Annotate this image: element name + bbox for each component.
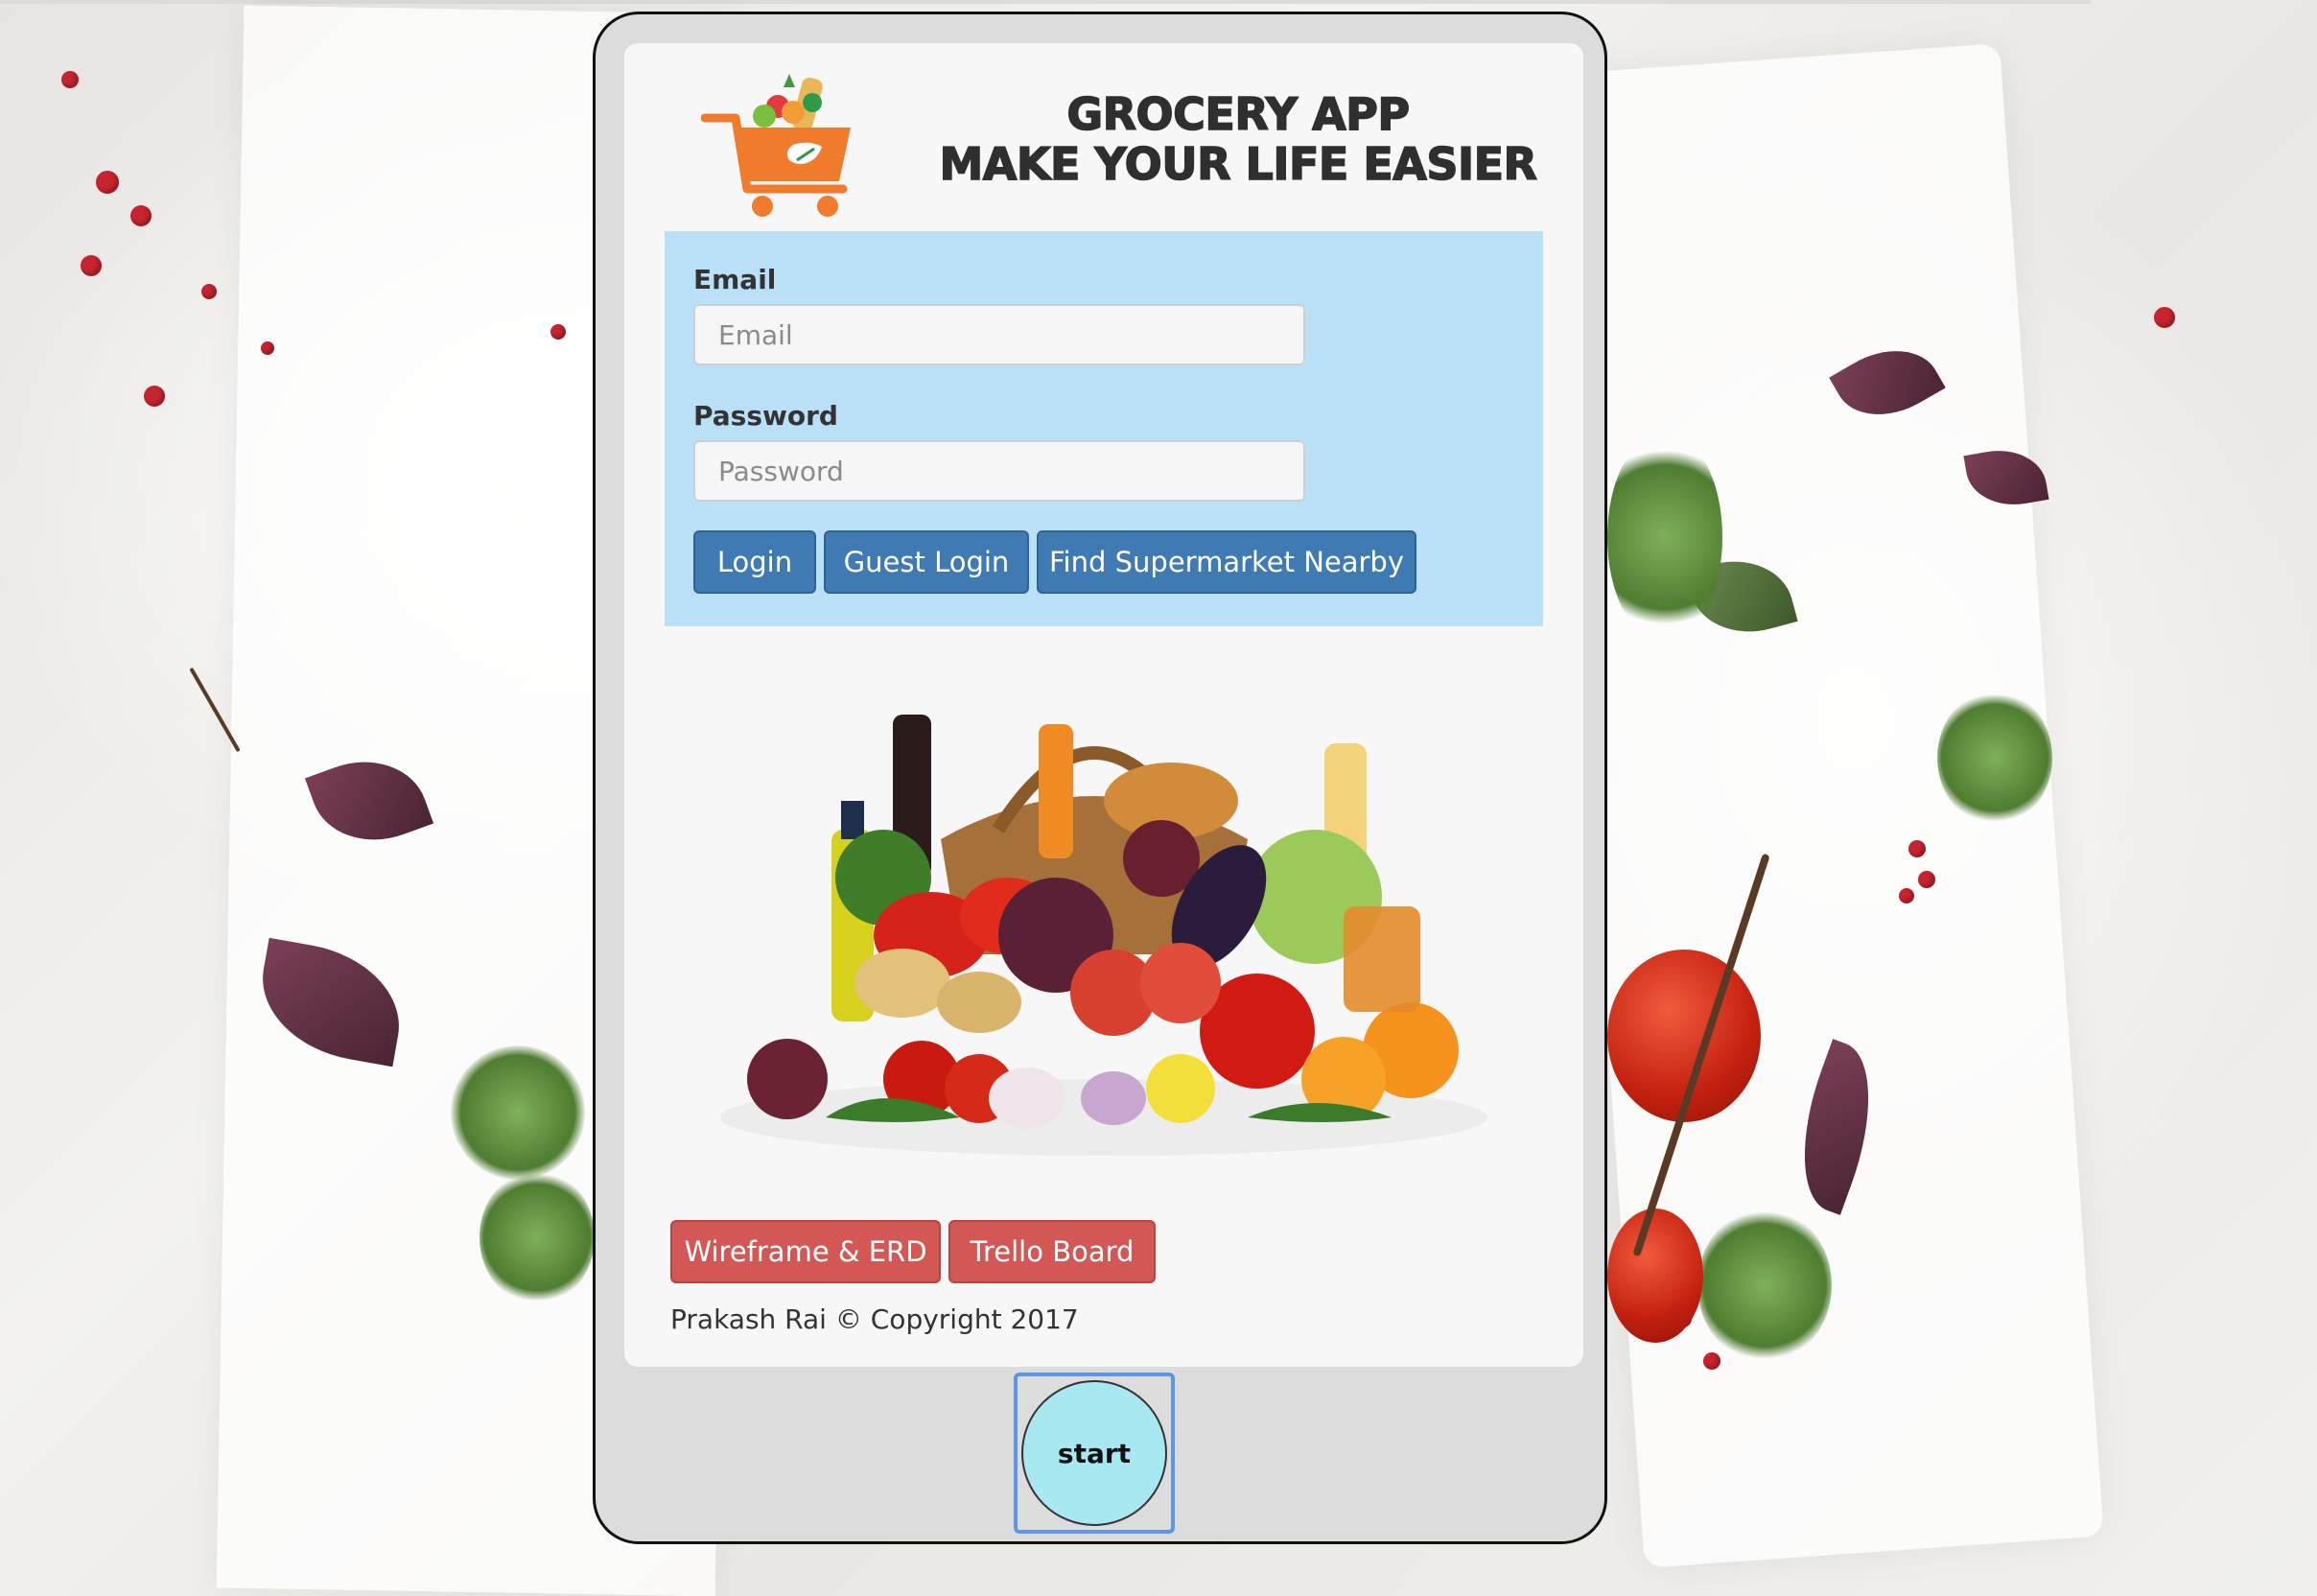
copyright-text: Prakash Rai © Copyright 2017 xyxy=(670,1303,1079,1335)
wireframe-erd-button[interactable]: Wireframe & ERD xyxy=(670,1220,941,1283)
email-label: Email xyxy=(693,264,777,295)
start-button[interactable]: start xyxy=(1021,1380,1167,1526)
berry-decoration xyxy=(96,171,119,194)
app-title-line2: MAKE YOUR LIFE EASIER xyxy=(939,138,1538,190)
app-title: GROCERY APP MAKE YOUR LIFE EASIER xyxy=(912,88,1564,190)
herb-decoration xyxy=(1937,691,2052,825)
herb-decoration xyxy=(1607,432,1722,643)
berry-decoration xyxy=(2154,307,2175,328)
browser-edge xyxy=(0,0,2091,4)
berry-decoration xyxy=(1908,840,1926,857)
password-input[interactable] xyxy=(693,440,1305,502)
login-button[interactable]: Login xyxy=(693,530,816,594)
berry-decoration xyxy=(81,255,102,276)
groceries-image xyxy=(720,715,1487,1156)
login-form: Email Password Login Guest Login Find Su… xyxy=(665,231,1543,626)
start-button-focus-ring: start xyxy=(1014,1373,1175,1534)
tomato-decoration xyxy=(1607,1209,1703,1343)
find-supermarket-button[interactable]: Find Supermarket Nearby xyxy=(1037,530,1416,594)
password-label: Password xyxy=(693,400,838,432)
berry-decoration xyxy=(1899,888,1914,904)
berry-decoration xyxy=(1918,871,1935,888)
berry-decoration xyxy=(261,341,274,355)
app-header: GROCERY APP MAKE YOUR LIFE EASIER xyxy=(624,43,1583,235)
berry-decoration xyxy=(130,205,152,226)
herb-decoration xyxy=(1697,1209,1832,1362)
berry-decoration xyxy=(144,386,165,407)
herb-decoration xyxy=(451,1045,585,1180)
berry-decoration xyxy=(201,284,217,299)
herb-decoration xyxy=(480,1170,595,1304)
berry-decoration xyxy=(1703,1352,1720,1370)
guest-login-button[interactable]: Guest Login xyxy=(824,530,1029,594)
berry-decoration xyxy=(550,324,566,340)
tablet-device: GROCERY APP MAKE YOUR LIFE EASIER Email … xyxy=(593,12,1607,1544)
berry-decoration xyxy=(61,71,79,88)
app-screen: GROCERY APP MAKE YOUR LIFE EASIER Email … xyxy=(624,43,1583,1367)
app-title-line1: GROCERY APP xyxy=(1066,88,1411,140)
email-input[interactable] xyxy=(693,304,1305,365)
shopping-cart-icon xyxy=(701,74,851,217)
trello-board-button[interactable]: Trello Board xyxy=(948,1220,1156,1283)
